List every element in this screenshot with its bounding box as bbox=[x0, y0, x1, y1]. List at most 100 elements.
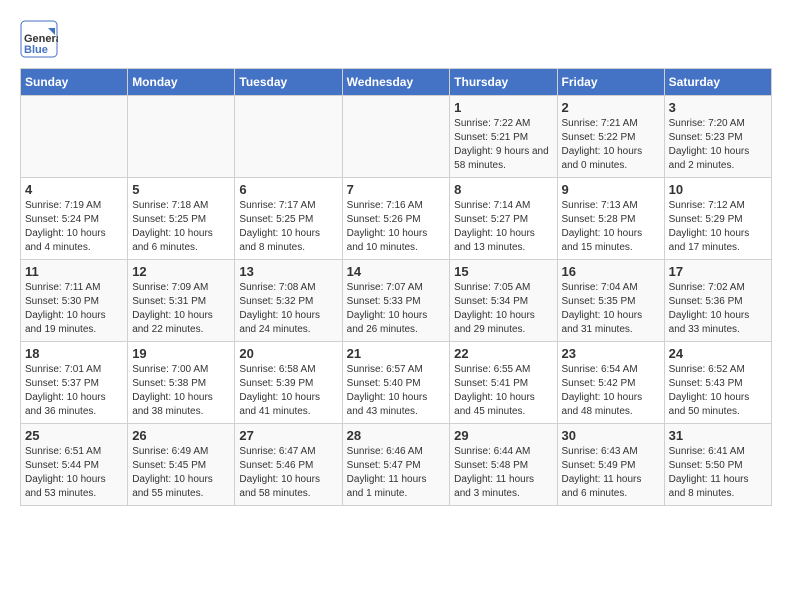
day-number: 17 bbox=[669, 264, 767, 279]
day-number: 20 bbox=[239, 346, 337, 361]
calendar-cell: 15Sunrise: 7:05 AM Sunset: 5:34 PM Dayli… bbox=[450, 260, 557, 342]
calendar-cell: 24 Sunrise: 6:52 AM Sunset: 5:43 PM Dayli… bbox=[664, 342, 771, 424]
calendar-cell: 14 Sunrise: 7:07 AM Sunset: 5:33 PM Dayli… bbox=[342, 260, 450, 342]
calendar-cell: 20 Sunrise: 6:58 AM Sunset: 5:39 PM Dayli… bbox=[235, 342, 342, 424]
day-info: Sunrise: 7:11 AM Sunset: 5:30 PM Dayligh… bbox=[25, 281, 123, 337]
calendar-week-row: 1Sunrise: 7:22 AM Sunset: 5:21 PM Daylig… bbox=[21, 96, 772, 178]
day-info: Sunrise: 6:51 AM Sunset: 5:44 PM Dayligh… bbox=[25, 445, 123, 501]
day-number: 28 bbox=[347, 428, 446, 443]
day-number: 13 bbox=[239, 264, 337, 279]
day-info: Sunrise: 7:01 AM Sunset: 5:37 PM Dayligh… bbox=[25, 363, 123, 419]
day-info: Sunrise: 6:49 AM Sunset: 5:45 PM Dayligh… bbox=[132, 445, 230, 501]
day-number: 31 bbox=[669, 428, 767, 443]
calendar-cell bbox=[342, 96, 450, 178]
calendar-header-row: SundayMondayTuesdayWednesdayThursdayFrid… bbox=[21, 69, 772, 96]
calendar-week-row: 18Sunrise: 7:01 AM Sunset: 5:37 PM Dayli… bbox=[21, 342, 772, 424]
calendar-cell: 28Sunrise: 6:46 AM Sunset: 5:47 PM Dayli… bbox=[342, 424, 450, 506]
day-info: Sunrise: 6:55 AM Sunset: 5:41 PM Dayligh… bbox=[454, 363, 552, 419]
day-info: Sunrise: 7:04 AM Sunset: 5:35 PM Dayligh… bbox=[562, 281, 660, 337]
calendar-cell bbox=[128, 96, 235, 178]
calendar-cell: 16 Sunrise: 7:04 AM Sunset: 5:35 PM Dayli… bbox=[557, 260, 664, 342]
day-number: 5 bbox=[132, 182, 230, 197]
day-of-week-header: Monday bbox=[128, 69, 235, 96]
day-number: 30 bbox=[562, 428, 660, 443]
calendar-cell bbox=[21, 96, 128, 178]
day-of-week-header: Friday bbox=[557, 69, 664, 96]
day-number: 7 bbox=[347, 182, 446, 197]
calendar-cell: 31 Sunrise: 6:41 AM Sunset: 5:50 PM Dayli… bbox=[664, 424, 771, 506]
logo: General Blue bbox=[20, 20, 58, 58]
svg-text:Blue: Blue bbox=[24, 44, 48, 56]
calendar-week-row: 11 Sunrise: 7:11 AM Sunset: 5:30 PM Dayli… bbox=[21, 260, 772, 342]
header: General Blue bbox=[20, 20, 772, 58]
calendar-cell bbox=[235, 96, 342, 178]
calendar-cell: 8 Sunrise: 7:14 AM Sunset: 5:27 PM Daylig… bbox=[450, 178, 557, 260]
day-number: 25 bbox=[25, 428, 123, 443]
calendar-cell: 9Sunrise: 7:13 AM Sunset: 5:28 PM Daylig… bbox=[557, 178, 664, 260]
calendar-cell: 18Sunrise: 7:01 AM Sunset: 5:37 PM Dayli… bbox=[21, 342, 128, 424]
calendar-cell: 26 Sunrise: 6:49 AM Sunset: 5:45 PM Dayli… bbox=[128, 424, 235, 506]
day-number: 22 bbox=[454, 346, 552, 361]
day-number: 10 bbox=[669, 182, 767, 197]
day-number: 9 bbox=[562, 182, 660, 197]
day-info: Sunrise: 7:02 AM Sunset: 5:36 PM Dayligh… bbox=[669, 281, 767, 337]
calendar-cell: 29Sunrise: 6:44 AM Sunset: 5:48 PM Dayli… bbox=[450, 424, 557, 506]
day-number: 14 bbox=[347, 264, 446, 279]
calendar-cell: 19Sunrise: 7:00 AM Sunset: 5:38 PM Dayli… bbox=[128, 342, 235, 424]
day-number: 24 bbox=[669, 346, 767, 361]
day-number: 27 bbox=[239, 428, 337, 443]
calendar-cell: 27Sunrise: 6:47 AM Sunset: 5:46 PM Dayli… bbox=[235, 424, 342, 506]
day-number: 12 bbox=[132, 264, 230, 279]
day-number: 8 bbox=[454, 182, 552, 197]
day-info: Sunrise: 7:21 AM Sunset: 5:22 PM Dayligh… bbox=[562, 117, 660, 173]
day-info: Sunrise: 7:20 AM Sunset: 5:23 PM Dayligh… bbox=[669, 117, 767, 173]
day-number: 16 bbox=[562, 264, 660, 279]
day-info: Sunrise: 7:08 AM Sunset: 5:32 PM Dayligh… bbox=[239, 281, 337, 337]
calendar-cell: 21Sunrise: 6:57 AM Sunset: 5:40 PM Dayli… bbox=[342, 342, 450, 424]
day-info: Sunrise: 7:12 AM Sunset: 5:29 PM Dayligh… bbox=[669, 199, 767, 255]
calendar-cell: 30 Sunrise: 6:43 AM Sunset: 5:49 PM Dayli… bbox=[557, 424, 664, 506]
day-info: Sunrise: 7:05 AM Sunset: 5:34 PM Dayligh… bbox=[454, 281, 552, 337]
day-number: 2 bbox=[562, 100, 660, 115]
day-of-week-header: Wednesday bbox=[342, 69, 450, 96]
day-number: 21 bbox=[347, 346, 446, 361]
calendar-cell: 3Sunrise: 7:20 AM Sunset: 5:23 PM Daylig… bbox=[664, 96, 771, 178]
day-info: Sunrise: 7:00 AM Sunset: 5:38 PM Dayligh… bbox=[132, 363, 230, 419]
day-info: Sunrise: 6:52 AM Sunset: 5:43 PM Dayligh… bbox=[669, 363, 767, 419]
day-info: Sunrise: 7:19 AM Sunset: 5:24 PM Dayligh… bbox=[25, 199, 123, 255]
calendar-cell: 1Sunrise: 7:22 AM Sunset: 5:21 PM Daylig… bbox=[450, 96, 557, 178]
calendar-cell: 5 Sunrise: 7:18 AM Sunset: 5:25 PM Daylig… bbox=[128, 178, 235, 260]
day-of-week-header: Saturday bbox=[664, 69, 771, 96]
day-info: Sunrise: 7:17 AM Sunset: 5:25 PM Dayligh… bbox=[239, 199, 337, 255]
day-number: 6 bbox=[239, 182, 337, 197]
day-number: 26 bbox=[132, 428, 230, 443]
logo-icon: General Blue bbox=[20, 20, 58, 58]
day-number: 23 bbox=[562, 346, 660, 361]
day-info: Sunrise: 6:43 AM Sunset: 5:49 PM Dayligh… bbox=[562, 445, 660, 501]
day-number: 4 bbox=[25, 182, 123, 197]
calendar-cell: 22 Sunrise: 6:55 AM Sunset: 5:41 PM Dayli… bbox=[450, 342, 557, 424]
day-info: Sunrise: 7:16 AM Sunset: 5:26 PM Dayligh… bbox=[347, 199, 446, 255]
calendar-cell: 7 Sunrise: 7:16 AM Sunset: 5:26 PM Daylig… bbox=[342, 178, 450, 260]
day-info: Sunrise: 6:58 AM Sunset: 5:39 PM Dayligh… bbox=[239, 363, 337, 419]
calendar-cell: 11 Sunrise: 7:11 AM Sunset: 5:30 PM Dayli… bbox=[21, 260, 128, 342]
day-of-week-header: Thursday bbox=[450, 69, 557, 96]
calendar-cell: 17 Sunrise: 7:02 AM Sunset: 5:36 PM Dayli… bbox=[664, 260, 771, 342]
day-info: Sunrise: 7:07 AM Sunset: 5:33 PM Dayligh… bbox=[347, 281, 446, 337]
calendar-cell: 2 Sunrise: 7:21 AM Sunset: 5:22 PM Daylig… bbox=[557, 96, 664, 178]
day-number: 29 bbox=[454, 428, 552, 443]
calendar: SundayMondayTuesdayWednesdayThursdayFrid… bbox=[20, 68, 772, 506]
calendar-cell: 12Sunrise: 7:09 AM Sunset: 5:31 PM Dayli… bbox=[128, 260, 235, 342]
day-number: 1 bbox=[454, 100, 552, 115]
calendar-cell: 13 Sunrise: 7:08 AM Sunset: 5:32 PM Dayli… bbox=[235, 260, 342, 342]
calendar-cell: 25 Sunrise: 6:51 AM Sunset: 5:44 PM Dayli… bbox=[21, 424, 128, 506]
calendar-week-row: 25 Sunrise: 6:51 AM Sunset: 5:44 PM Dayli… bbox=[21, 424, 772, 506]
day-number: 11 bbox=[25, 264, 123, 279]
calendar-cell: 10 Sunrise: 7:12 AM Sunset: 5:29 PM Dayli… bbox=[664, 178, 771, 260]
calendar-cell: 6 Sunrise: 7:17 AM Sunset: 5:25 PM Daylig… bbox=[235, 178, 342, 260]
day-info: Sunrise: 6:41 AM Sunset: 5:50 PM Dayligh… bbox=[669, 445, 767, 501]
day-info: Sunrise: 6:54 AM Sunset: 5:42 PM Dayligh… bbox=[562, 363, 660, 419]
day-of-week-header: Tuesday bbox=[235, 69, 342, 96]
day-info: Sunrise: 7:14 AM Sunset: 5:27 PM Dayligh… bbox=[454, 199, 552, 255]
day-info: Sunrise: 7:18 AM Sunset: 5:25 PM Dayligh… bbox=[132, 199, 230, 255]
